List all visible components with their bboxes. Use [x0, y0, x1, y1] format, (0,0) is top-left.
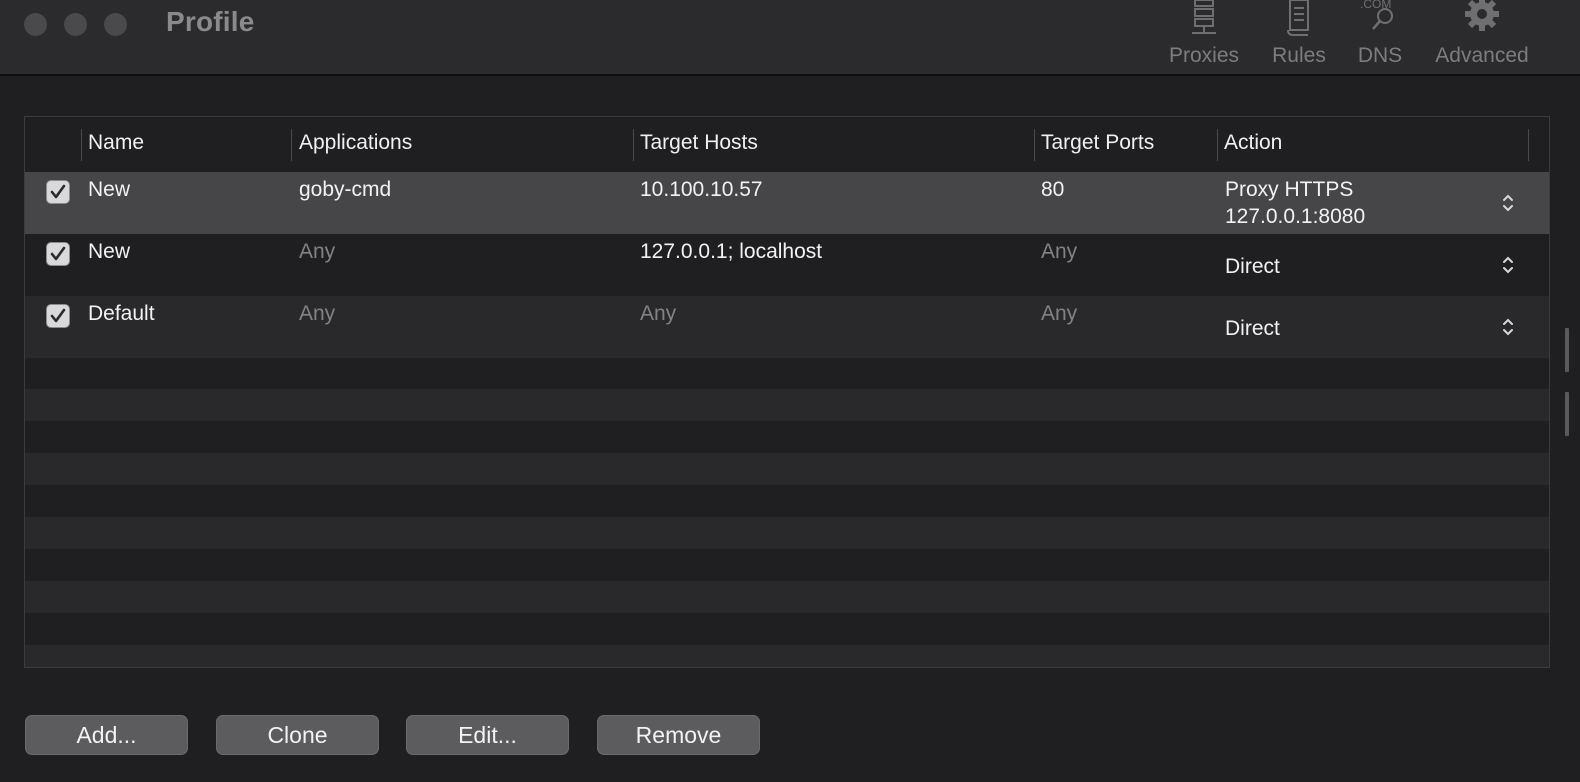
column-separator[interactable] [1217, 129, 1218, 161]
toolbar-dns-label: DNS [1357, 44, 1403, 67]
chevron-updown-icon[interactable] [1501, 316, 1515, 338]
empty-row [25, 517, 1549, 549]
table-row[interactable]: New Any 127.0.0.1; localhost Any Direct [25, 234, 1549, 296]
column-separator[interactable] [633, 129, 634, 161]
toolbar-proxies-label: Proxies [1168, 44, 1240, 67]
rule-name: Default [88, 302, 155, 325]
checkmark-icon [50, 184, 66, 199]
chevron-updown-icon[interactable] [1501, 192, 1515, 214]
dns-icon-text: .COM [1360, 0, 1392, 11]
toolbar-rules[interactable]: Rules [1262, 0, 1336, 74]
empty-row [25, 581, 1549, 613]
table-row[interactable]: Default Any Any Any Direct [25, 296, 1549, 358]
toolbar-dns[interactable]: .COM DNS [1350, 0, 1410, 74]
column-separator[interactable] [1528, 129, 1529, 161]
window-edge-mark [1565, 328, 1569, 372]
chevron-updown-icon[interactable] [1501, 254, 1515, 276]
server-icon [1192, 0, 1216, 34]
remove-button[interactable]: Remove [597, 715, 760, 755]
toolbar-advanced[interactable]: Advanced [1428, 0, 1536, 74]
rule-target-hosts: 10.100.10.57 [640, 178, 763, 201]
rule-applications: Any [299, 240, 336, 263]
rule-action-line2[interactable]: 127.0.0.1:8080 [1225, 205, 1365, 229]
empty-row [25, 421, 1549, 453]
column-separator[interactable] [291, 129, 292, 161]
empty-row [25, 485, 1549, 517]
table-row[interactable]: New goby-cmd 10.100.10.57 80 Proxy HTTPS… [25, 172, 1549, 234]
rule-action-line1[interactable]: Proxy HTTPS [1225, 178, 1353, 202]
column-header-target-hosts[interactable]: Target Hosts [640, 131, 758, 161]
empty-row [25, 453, 1549, 485]
rule-enabled-checkbox[interactable] [46, 180, 70, 204]
toolbar-proxies[interactable]: Proxies [1160, 0, 1248, 74]
zoom-window-button[interactable] [104, 13, 127, 36]
column-header-applications[interactable]: Applications [299, 131, 412, 161]
rule-action[interactable]: Direct [1225, 255, 1280, 279]
checkmark-icon [50, 246, 66, 261]
minimize-window-button[interactable] [64, 13, 87, 36]
empty-row [25, 389, 1549, 421]
rule-target-hosts: Any [640, 302, 677, 325]
rule-applications: goby-cmd [299, 178, 392, 201]
rules-table: Name Applications Target Hosts Target Po… [24, 116, 1550, 668]
empty-row [25, 645, 1549, 667]
rule-name: New [88, 178, 131, 201]
column-header-action[interactable]: Action [1224, 131, 1282, 161]
clone-button[interactable]: Clone [216, 715, 379, 755]
add-button[interactable]: Add... [25, 715, 188, 755]
empty-row [25, 549, 1549, 581]
rule-target-ports: 80 [1041, 178, 1065, 201]
column-separator[interactable] [1034, 129, 1035, 161]
empty-row [25, 358, 1549, 389]
empty-row [25, 613, 1549, 645]
column-header-target-ports[interactable]: Target Ports [1041, 131, 1154, 161]
gear-icon [1465, 0, 1499, 31]
scroll-icon [1287, 0, 1309, 36]
column-separator [81, 129, 82, 161]
column-header-name[interactable]: Name [88, 131, 144, 161]
rule-applications: Any [299, 302, 336, 325]
edit-button[interactable]: Edit... [406, 715, 569, 755]
checkmark-icon [50, 308, 66, 323]
rule-target-ports: Any [1041, 240, 1078, 263]
rule-action[interactable]: Direct [1225, 317, 1280, 341]
rule-enabled-checkbox[interactable] [46, 304, 70, 328]
title-bar: Profile Proxies Rules .COM DNS Advanced [0, 0, 1580, 76]
rule-target-hosts: 127.0.0.1; localhost [640, 240, 823, 263]
window-title: Profile [166, 6, 255, 37]
table-header: Name Applications Target Hosts Target Po… [25, 117, 1549, 172]
rule-name: New [88, 240, 131, 263]
close-window-button[interactable] [24, 13, 47, 36]
toolbar-rules-label: Rules [1272, 44, 1326, 67]
window-edge-mark [1565, 392, 1569, 436]
rule-enabled-checkbox[interactable] [46, 242, 70, 266]
toolbar-advanced-label: Advanced [1435, 44, 1529, 67]
rule-target-ports: Any [1041, 302, 1078, 325]
